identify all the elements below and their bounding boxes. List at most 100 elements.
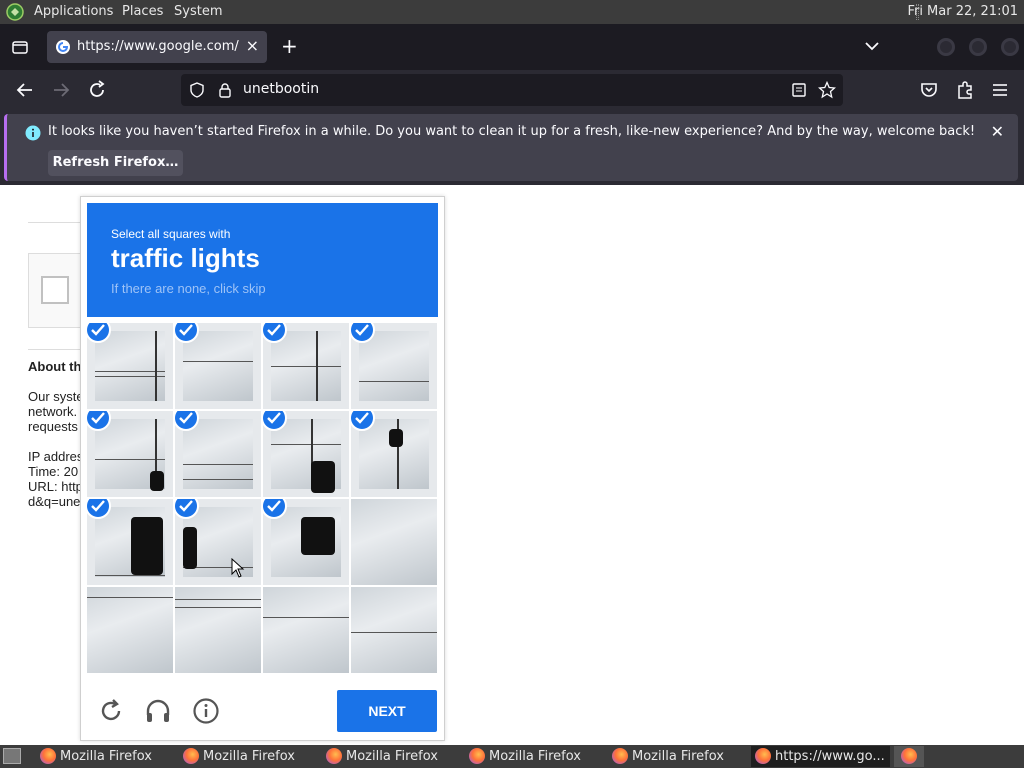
audio-challenge-headphones-icon[interactable] — [144, 697, 172, 725]
refresh-firefox-button[interactable]: Refresh Firefox… — [48, 150, 183, 176]
traffic-light — [311, 461, 335, 493]
list-tabs-chevron-icon[interactable] — [864, 40, 880, 52]
tile-image — [95, 507, 165, 577]
power-line — [175, 607, 261, 608]
recaptcha-checkbox[interactable] — [41, 276, 69, 304]
tab-title: https://www.google.com/sorry/index?conti… — [77, 39, 239, 54]
taskbar-item[interactable]: Mozilla Firefox — [36, 746, 172, 767]
tile-image — [87, 587, 173, 673]
forward-arrow-icon[interactable] — [49, 78, 73, 102]
power-line — [183, 464, 253, 465]
notification-bar: It looks like you haven’t started Firefo… — [0, 110, 1024, 185]
divider — [28, 349, 88, 350]
divider — [28, 222, 88, 223]
taskbar-item-active[interactable]: https://www.go... — [751, 746, 890, 767]
power-line — [175, 599, 261, 600]
taskbar-item-highlight[interactable] — [894, 746, 924, 767]
tile-image — [183, 331, 253, 401]
challenge-instruction: Select all squares with — [111, 227, 231, 241]
recaptcha-challenge: Select all squares with traffic lights I… — [80, 196, 445, 741]
info-icon — [25, 125, 41, 141]
mouse-cursor-icon — [231, 558, 245, 578]
back-arrow-icon[interactable] — [13, 78, 37, 102]
captcha-tile[interactable] — [263, 587, 349, 673]
reload-challenge-icon[interactable] — [97, 697, 125, 725]
new-tab-icon[interactable]: + — [281, 34, 298, 58]
captcha-tile[interactable] — [351, 499, 437, 585]
tile-image — [175, 587, 261, 673]
firefox-icon — [901, 748, 917, 764]
address-bar[interactable]: unetbootin — [181, 74, 843, 106]
tile-image — [95, 419, 165, 491]
power-line — [271, 444, 341, 445]
maximize-window-icon[interactable] — [969, 38, 987, 56]
signal-pole — [155, 331, 157, 401]
gnome-foot-icon[interactable] — [6, 3, 24, 21]
captcha-tile[interactable] — [351, 323, 437, 409]
captcha-tile[interactable] — [175, 587, 261, 673]
challenge-hint: If there are none, click skip — [111, 281, 266, 296]
taskbar-item[interactable]: Mozilla Firefox — [608, 746, 744, 767]
lock-icon[interactable] — [217, 82, 233, 98]
power-line — [87, 597, 173, 598]
challenge-header: Select all squares with traffic lights I… — [87, 203, 438, 317]
tab-close-icon[interactable]: × — [246, 36, 259, 55]
firefox-icon — [40, 748, 56, 764]
paragraph-line: Our syste — [28, 389, 84, 404]
power-line — [271, 366, 341, 367]
reload-icon[interactable] — [85, 78, 109, 102]
pocket-icon[interactable] — [917, 78, 941, 102]
captcha-tile[interactable] — [87, 411, 173, 497]
captcha-tile[interactable] — [87, 587, 173, 673]
help-info-icon[interactable] — [192, 697, 220, 725]
extensions-puzzle-icon[interactable] — [953, 78, 977, 102]
bookmark-star-icon[interactable] — [818, 81, 836, 99]
power-line — [183, 479, 253, 480]
taskbar-item[interactable]: Mozilla Firefox — [179, 746, 315, 767]
clock[interactable]: Fri Mar 22, 21:01 — [907, 4, 1018, 19]
hamburger-menu-icon[interactable] — [988, 78, 1012, 102]
captcha-tile[interactable] — [175, 411, 261, 497]
captcha-tile[interactable] — [351, 587, 437, 673]
firefox-view-icon[interactable] — [11, 38, 29, 56]
places-menu[interactable]: Places — [122, 4, 163, 19]
notification-box: It looks like you haven’t started Firefo… — [4, 114, 1018, 181]
power-line — [359, 381, 429, 382]
traffic-light — [183, 527, 197, 569]
meta-line: Time: 20 — [28, 464, 79, 479]
system-menu[interactable]: System — [174, 4, 222, 19]
signal-pole — [316, 331, 318, 401]
captcha-tile[interactable] — [263, 411, 349, 497]
captcha-tile[interactable] — [175, 499, 261, 585]
taskbar-item[interactable]: Mozilla Firefox — [322, 746, 458, 767]
reader-view-icon[interactable] — [791, 82, 807, 98]
notification-close-icon[interactable]: ✕ — [991, 122, 1004, 141]
minimize-window-icon[interactable] — [937, 38, 955, 56]
paragraph-line: network. — [28, 404, 78, 419]
firefox-icon — [755, 748, 771, 764]
captcha-tile[interactable] — [351, 411, 437, 497]
tab-google-sorry[interactable]: https://www.google.com/sorry/index?conti… — [47, 31, 267, 63]
shield-icon[interactable] — [189, 82, 205, 98]
captcha-tile[interactable] — [175, 323, 261, 409]
firefox-icon — [183, 748, 199, 764]
applications-menu[interactable]: Applications — [34, 4, 113, 19]
firefox-icon — [469, 748, 485, 764]
show-desktop-icon[interactable] — [3, 748, 21, 764]
about-heading: About th — [28, 359, 82, 374]
tile-image — [271, 507, 341, 577]
traffic-light — [131, 517, 163, 575]
captcha-tile[interactable] — [263, 323, 349, 409]
tile-image — [183, 419, 253, 489]
meta-line: URL: http — [28, 479, 83, 494]
captcha-tile[interactable] — [87, 323, 173, 409]
captcha-tile[interactable] — [263, 499, 349, 585]
tile-image — [263, 587, 349, 673]
recaptcha-checkbox-container — [28, 253, 88, 328]
close-window-icon[interactable] — [1001, 38, 1019, 56]
tile-image — [359, 331, 429, 401]
next-button[interactable]: NEXT — [337, 690, 437, 732]
taskbar-item[interactable]: Mozilla Firefox — [465, 746, 601, 767]
navigation-bar: unetbootin — [0, 70, 1024, 110]
captcha-tile[interactable] — [87, 499, 173, 585]
